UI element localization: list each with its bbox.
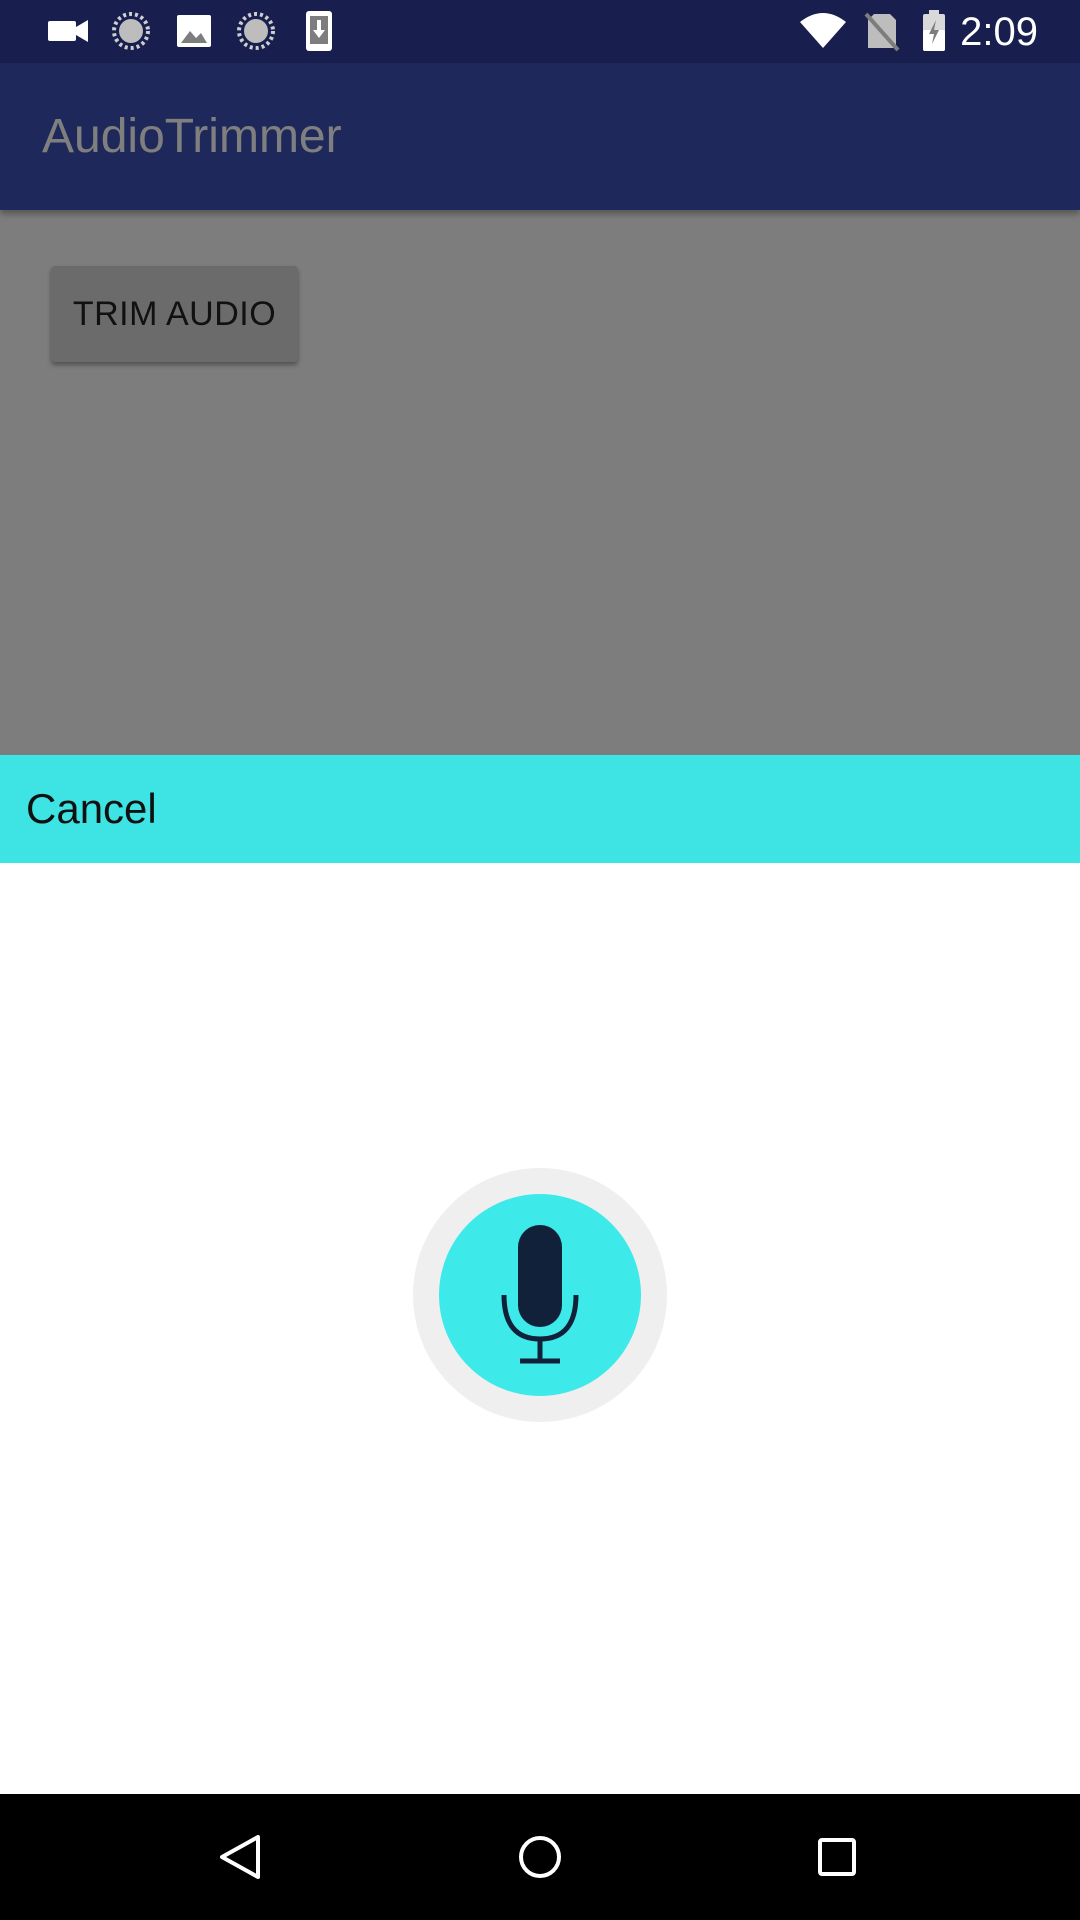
- status-bar: 2:09: [0, 0, 1080, 63]
- no-sim-icon: [864, 12, 900, 52]
- sheet-header: Cancel: [0, 755, 1080, 863]
- mic-button-ring: [413, 1168, 667, 1422]
- mic-button[interactable]: [439, 1194, 641, 1396]
- back-button[interactable]: [203, 1819, 279, 1895]
- loading-icon: [237, 12, 275, 50]
- dim-overlay[interactable]: [0, 0, 1080, 755]
- back-icon: [220, 1835, 260, 1879]
- home-icon: [519, 1836, 561, 1878]
- video-camera-icon: [48, 20, 88, 42]
- navigation-bar: [0, 1794, 1080, 1920]
- voice-input-sheet: Cancel: [0, 755, 1080, 1794]
- image-icon: [177, 15, 211, 47]
- recents-button[interactable]: [799, 1819, 875, 1895]
- microphone-icon: [501, 1225, 579, 1364]
- screen: AudioTrimmer TRIM AUDIO: [0, 0, 1080, 1920]
- cancel-button[interactable]: Cancel: [26, 755, 157, 863]
- wifi-icon: [800, 13, 846, 48]
- recents-icon: [818, 1838, 856, 1876]
- download-icon: [306, 11, 332, 51]
- home-button[interactable]: [502, 1819, 578, 1895]
- battery-icon: [923, 10, 945, 51]
- clock: 2:09: [960, 10, 1038, 54]
- loading-icon: [112, 12, 150, 50]
